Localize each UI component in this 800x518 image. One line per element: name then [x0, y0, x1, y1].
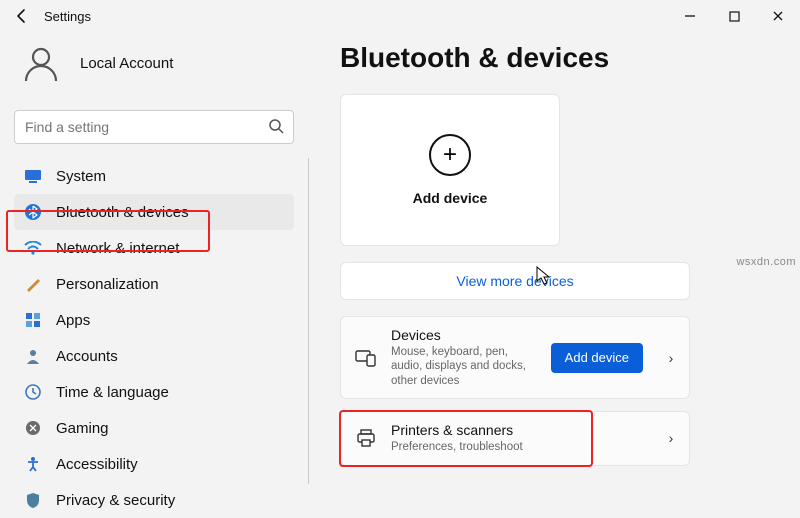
plus-icon: +: [429, 134, 471, 176]
nav-label: Privacy & security: [56, 492, 175, 509]
content-pane: Bluetooth & devices + Add device View mo…: [310, 32, 800, 518]
back-button[interactable]: [8, 2, 36, 30]
minimize-button[interactable]: [668, 1, 712, 31]
watermark: wsxdn.com: [736, 256, 796, 268]
accessibility-icon: [24, 455, 42, 473]
sidebar-item-privacy-security[interactable]: Privacy & security: [14, 482, 294, 518]
sidebar: Local Account System Bluetooth & devices: [0, 32, 310, 518]
close-button[interactable]: [756, 1, 800, 31]
page-title: Bluetooth & devices: [340, 42, 780, 74]
nav-divider: [308, 158, 309, 484]
maximize-button[interactable]: [712, 1, 756, 31]
sidebar-item-system[interactable]: System: [14, 158, 294, 194]
sidebar-item-time-language[interactable]: Time & language: [14, 374, 294, 410]
sidebar-item-bluetooth-devices[interactable]: Bluetooth & devices: [14, 194, 294, 230]
devices-row[interactable]: Devices Mouse, keyboard, pen, audio, dis…: [340, 316, 690, 399]
paintbrush-icon: [24, 275, 42, 293]
sidebar-item-accounts[interactable]: Accounts: [14, 338, 294, 374]
nav-label: Network & internet: [56, 240, 179, 257]
sidebar-item-apps[interactable]: Apps: [14, 302, 294, 338]
printers-scanners-row[interactable]: Printers & scanners Preferences, trouble…: [340, 411, 690, 465]
nav-label: System: [56, 168, 106, 185]
shield-icon: [24, 491, 42, 509]
apps-icon: [24, 311, 42, 329]
printer-icon: [355, 427, 377, 449]
avatar-icon: [18, 40, 64, 86]
nav-label: Bluetooth & devices: [56, 204, 189, 221]
view-more-devices-button[interactable]: View more devices: [340, 262, 690, 300]
chevron-right-icon: ›: [663, 350, 679, 366]
nav-label: Time & language: [56, 384, 169, 401]
nav: System Bluetooth & devices Network & int…: [14, 158, 294, 518]
nav-label: Accessibility: [56, 456, 138, 473]
gaming-icon: [24, 419, 42, 437]
devices-row-subtitle: Mouse, keyboard, pen, audio, displays an…: [391, 345, 537, 388]
add-device-label: Add device: [413, 190, 488, 206]
search-box[interactable]: [14, 110, 294, 144]
window-title: Settings: [44, 9, 91, 24]
wifi-icon: [24, 239, 42, 257]
clock-icon: [24, 383, 42, 401]
bluetooth-icon: [24, 203, 42, 221]
sidebar-item-personalization[interactable]: Personalization: [14, 266, 294, 302]
account-name: Local Account: [80, 55, 173, 72]
add-device-button[interactable]: Add device: [551, 343, 643, 373]
nav-label: Accounts: [56, 348, 118, 365]
search-input[interactable]: [14, 110, 294, 144]
printers-row-subtitle: Preferences, troubleshoot: [391, 440, 643, 454]
devices-row-title: Devices: [391, 327, 537, 343]
titlebar: Settings: [0, 0, 800, 32]
sidebar-item-accessibility[interactable]: Accessibility: [14, 446, 294, 482]
devices-icon: [355, 347, 377, 369]
search-icon: [268, 118, 284, 139]
system-icon: [24, 167, 42, 185]
account-header[interactable]: Local Account: [14, 40, 310, 86]
nav-label: Apps: [56, 312, 90, 329]
add-device-tile[interactable]: + Add device: [340, 94, 560, 246]
accounts-icon: [24, 347, 42, 365]
chevron-right-icon: ›: [663, 430, 679, 446]
nav-label: Gaming: [56, 420, 109, 437]
sidebar-item-network[interactable]: Network & internet: [14, 230, 294, 266]
printers-row-title: Printers & scanners: [391, 422, 643, 438]
sidebar-item-gaming[interactable]: Gaming: [14, 410, 294, 446]
nav-label: Personalization: [56, 276, 159, 293]
